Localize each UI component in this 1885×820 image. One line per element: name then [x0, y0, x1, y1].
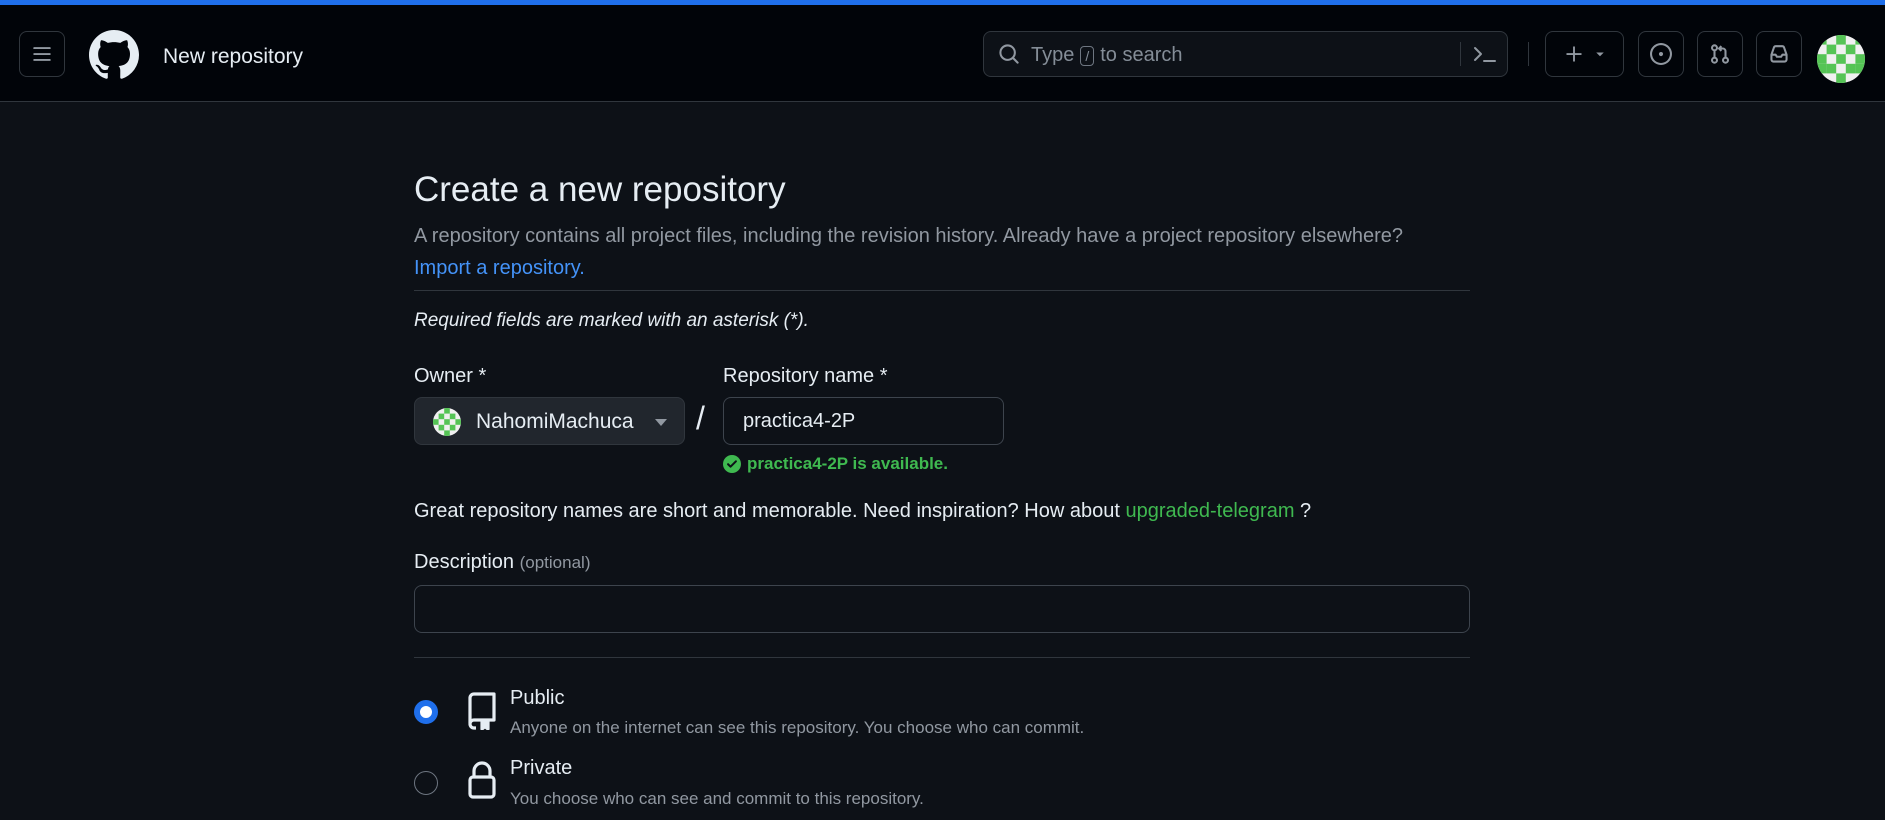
search-placeholder-suffix: to search: [1100, 44, 1183, 66]
owner-label: Owner *: [414, 365, 487, 387]
header-divider: [1528, 42, 1529, 66]
hamburger-icon: [33, 47, 51, 61]
github-logo-icon[interactable]: [89, 30, 139, 80]
issue-icon: [1650, 43, 1672, 65]
owner-repo-separator: /: [696, 400, 705, 436]
menu-button[interactable]: [19, 31, 65, 77]
description-label-text: Description: [414, 551, 515, 573]
search-shortcut-key: /: [1080, 45, 1095, 66]
pull-requests-button[interactable]: [1697, 31, 1743, 77]
owner-name: NahomiMachuca: [476, 410, 634, 433]
owner-identicon: [433, 408, 461, 436]
check-circle-icon: [723, 455, 741, 473]
search-input[interactable]: Type / to search: [983, 31, 1508, 77]
owner-avatar: [433, 408, 461, 436]
inspiration-end: ?: [1300, 500, 1312, 522]
pull-request-icon: [1710, 44, 1730, 64]
repository-name-label: Repository name *: [723, 365, 888, 387]
visibility-public-description: Anyone on the internet can see this repo…: [510, 718, 1085, 737]
divider: [414, 657, 1470, 658]
lock-icon: [468, 761, 496, 799]
availability-message: practica4-2P is available.: [723, 454, 948, 474]
issues-button[interactable]: [1638, 31, 1684, 77]
plus-icon: [1566, 46, 1581, 62]
visibility-public-radio[interactable]: [414, 700, 438, 724]
owner-select[interactable]: NahomiMachuca: [414, 397, 685, 445]
search-icon: [999, 44, 1019, 64]
create-new-button[interactable]: [1545, 31, 1624, 77]
inspiration-text: Great repository names are short and mem…: [414, 500, 1120, 522]
global-header: New repository Type / to search: [0, 5, 1885, 102]
subtitle-text: A repository contains all project files,…: [414, 225, 1404, 247]
search-placeholder: Type / to search: [1031, 44, 1183, 67]
inbox-icon: [1770, 45, 1788, 63]
search-placeholder-prefix: Type: [1031, 44, 1075, 66]
search-divider: [1460, 42, 1461, 66]
visibility-private-title: Private: [510, 757, 573, 779]
divider: [414, 290, 1470, 291]
visibility-private-radio[interactable]: [414, 771, 438, 795]
page-title: Create a new repository: [414, 170, 786, 209]
chevron-down-icon: [655, 419, 667, 426]
visibility-public-title: Public: [510, 687, 565, 709]
description-label: Description (optional): [414, 551, 590, 574]
identicon-avatar: [1817, 35, 1865, 83]
name-inspiration: Great repository names are short and mem…: [414, 500, 1311, 523]
required-fields-note: Required fields are marked with an aster…: [414, 310, 809, 331]
page-subtitle: A repository contains all project files,…: [414, 220, 1474, 284]
description-optional-hint: (optional): [519, 553, 591, 572]
terminal-icon[interactable]: [1472, 42, 1498, 66]
import-repository-link[interactable]: Import a repository.: [414, 257, 585, 279]
user-avatar[interactable]: [1817, 35, 1865, 83]
repository-name-input[interactable]: [723, 397, 1004, 445]
description-input[interactable]: [414, 585, 1470, 633]
repo-icon: [468, 692, 496, 730]
chevron-down-icon: [1595, 52, 1604, 57]
inbox-button[interactable]: [1756, 31, 1802, 77]
suggested-name-link[interactable]: upgraded-telegram: [1125, 500, 1294, 522]
context-title[interactable]: New repository: [163, 45, 303, 69]
availability-text: practica4-2P is available.: [747, 454, 948, 473]
visibility-private-description: You choose who can see and commit to thi…: [510, 789, 924, 808]
